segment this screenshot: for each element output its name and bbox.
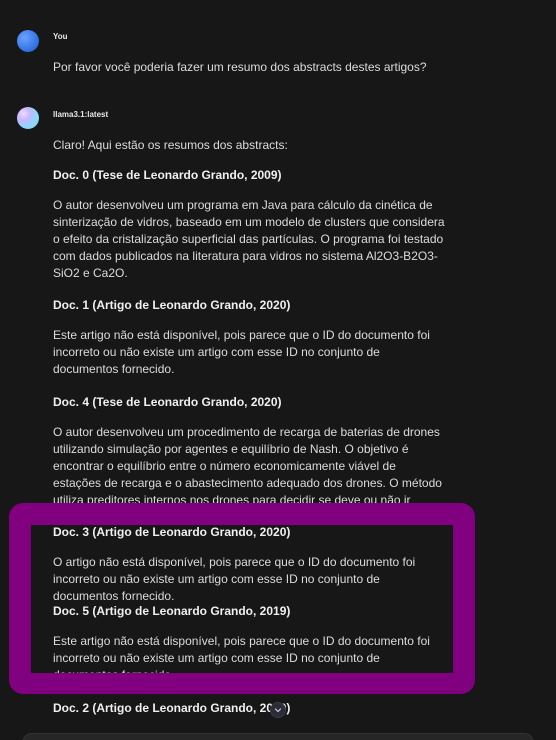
message-input[interactable] [22, 733, 534, 740]
assistant-name: llama3.1:latest [53, 110, 109, 119]
doc-heading: Doc. 5 (Artigo de Leonardo Grando, 2019) [53, 604, 291, 618]
assistant-avatar [17, 107, 39, 129]
doc-heading: Doc. 0 (Tese de Leonardo Grando, 2009) [53, 168, 282, 182]
doc-body: Este artigo não está disponível, pois pa… [53, 634, 430, 673]
doc-body: O autor desenvolveu um procedimento de r… [53, 425, 442, 505]
assistant-message: llama3.1:latest Claro! Aqui estão os res… [0, 0, 556, 505]
doc-heading: Doc. 2 (Artigo de Leonardo Grando, 2020) [53, 701, 291, 715]
assistant-intro: Claro! Aqui estão os resumos dos abstrac… [53, 138, 288, 152]
doc-body: Este artigo não está disponível, pois pa… [53, 328, 430, 376]
chevron-down-icon [274, 708, 282, 713]
scroll-down-button[interactable] [270, 702, 286, 718]
doc-heading: Doc. 3 (Artigo de Leonardo Grando, 2020) [53, 525, 291, 539]
doc-heading: Doc. 1 (Artigo de Leonardo Grando, 2020) [53, 298, 291, 312]
doc-body: O autor desenvolveu um programa em Java … [53, 198, 445, 280]
doc-body: O artigo não está disponível, pois parec… [53, 555, 416, 603]
doc-heading: Doc. 4 (Tese de Leonardo Grando, 2020) [53, 395, 282, 409]
highlighted-section: Doc. 3 (Artigo de Leonardo Grando, 2020)… [31, 525, 453, 673]
